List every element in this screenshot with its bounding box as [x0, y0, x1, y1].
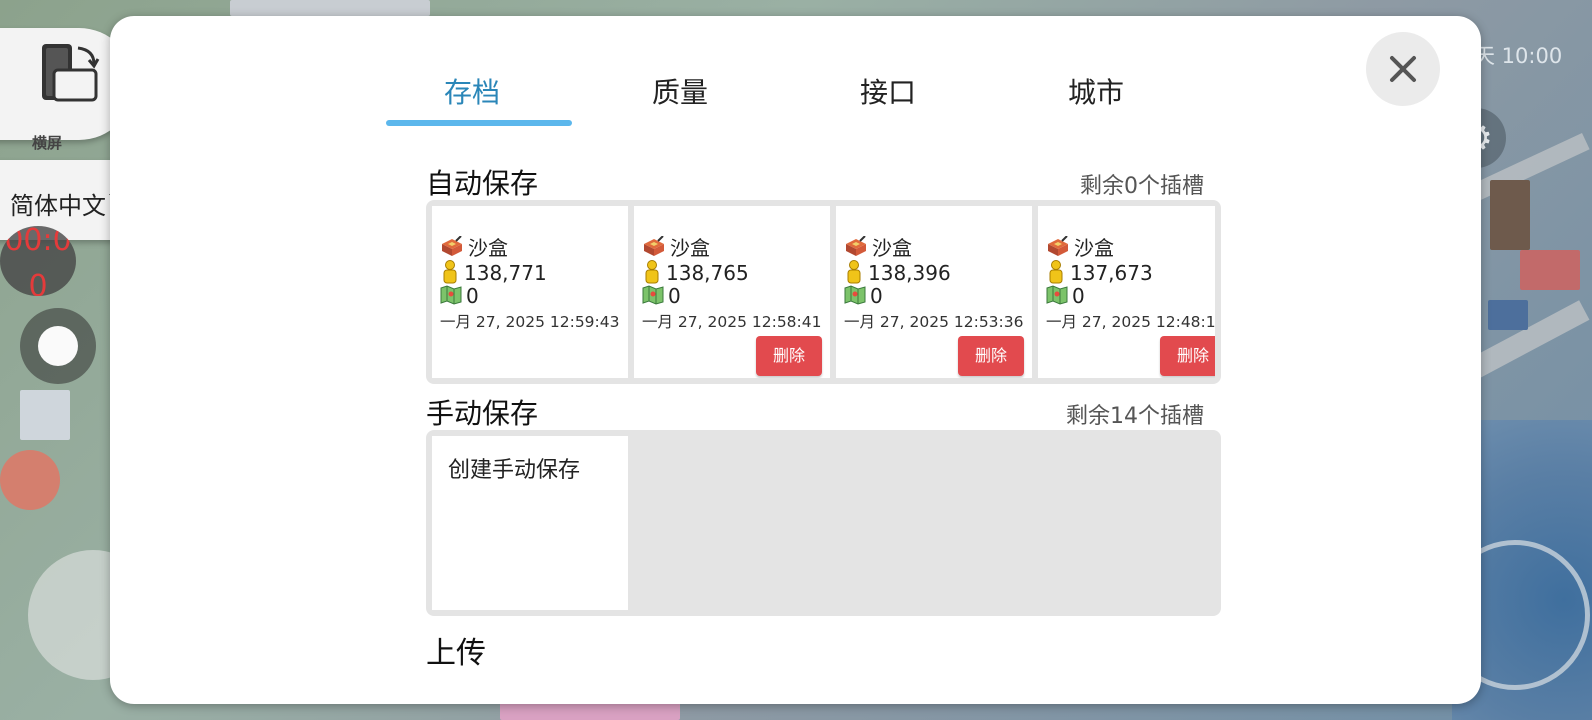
delete-button[interactable]: 删除 — [1160, 336, 1215, 376]
manual-save-list: 创建手动保存 — [426, 430, 1221, 616]
manual-save-title: 手动保存 — [426, 397, 539, 430]
save-population: 138,396 — [868, 261, 951, 285]
clock-text: 天 10:00 — [1474, 44, 1563, 68]
save-population: 138,765 — [666, 261, 749, 285]
create-manual-save-button[interactable]: 创建手动保存 — [432, 436, 628, 610]
save-card[interactable]: 沙盒 138,765 0 一月 27, 2025 12:58:41 删除 — [634, 206, 830, 378]
save-value: 0 — [870, 284, 883, 308]
tab-interface[interactable]: 接口 — [795, 71, 981, 111]
close-button[interactable] — [1366, 32, 1440, 106]
save-mode: 沙盒 — [468, 236, 508, 260]
sandbox-icon — [844, 235, 868, 263]
upload-title: 上传 — [426, 636, 486, 671]
map-icon — [1046, 285, 1068, 310]
save-card[interactable]: 沙盒 137,673 0 一月 27, 2025 12:48:1 删除 — [1038, 206, 1215, 378]
timer-display: 00:0 0 — [0, 226, 76, 296]
manual-save-slots-left: 剩余14个插槽 — [1066, 404, 1204, 429]
delete-button[interactable]: 删除 — [756, 336, 822, 376]
save-date: 一月 27, 2025 12:59:43 — [440, 313, 620, 331]
joystick-knob[interactable] — [38, 326, 78, 366]
rotate-phone-icon — [42, 44, 100, 102]
save-date: 一月 27, 2025 12:58:41 — [642, 313, 822, 331]
sandbox-icon — [1046, 235, 1070, 263]
auto-save-list: 沙盒 138,771 0 一月 27, 2025 12:59:43 沙盒 138… — [426, 200, 1221, 384]
language-label: 简体中文 — [10, 192, 106, 220]
rotate-label: 横屏 — [32, 134, 63, 152]
joystick[interactable] — [20, 308, 96, 384]
save-card[interactable]: 沙盒 138,771 0 一月 27, 2025 12:59:43 — [432, 206, 628, 378]
auto-save-title: 自动保存 — [426, 167, 539, 200]
tab-quality[interactable]: 质量 — [587, 71, 773, 111]
save-value: 0 — [668, 284, 681, 308]
save-population: 137,673 — [1070, 261, 1153, 285]
tab-saves[interactable]: 存档 — [379, 71, 565, 111]
close-icon — [1390, 56, 1416, 82]
save-dialog: 存档 质量 接口 城市 自动保存 剩余0个插槽 沙盒 138,771 0 一月 … — [110, 16, 1481, 704]
save-mode: 沙盒 — [872, 236, 912, 260]
save-population: 138,771 — [464, 261, 547, 285]
save-mode: 沙盒 — [1074, 236, 1114, 260]
map-icon — [440, 285, 462, 310]
save-date: 一月 27, 2025 12:48:1 — [1046, 313, 1215, 331]
timer-text: 00:0 0 — [4, 226, 72, 296]
tab-city[interactable]: 城市 — [1003, 71, 1189, 111]
sandbox-icon — [642, 235, 666, 263]
save-mode: 沙盒 — [670, 236, 710, 260]
save-value: 0 — [466, 284, 479, 308]
map-icon — [642, 285, 664, 310]
sandbox-icon — [440, 235, 464, 263]
save-card[interactable]: 沙盒 138,396 0 一月 27, 2025 12:53:36 删除 — [836, 206, 1032, 378]
delete-button[interactable]: 删除 — [958, 336, 1024, 376]
save-value: 0 — [1072, 284, 1085, 308]
auto-save-slots-left: 剩余0个插槽 — [1080, 174, 1204, 199]
create-manual-save-label: 创建手动保存 — [448, 458, 581, 483]
save-date: 一月 27, 2025 12:53:36 — [844, 313, 1024, 331]
map-icon — [844, 285, 866, 310]
active-tab-indicator — [386, 120, 572, 126]
